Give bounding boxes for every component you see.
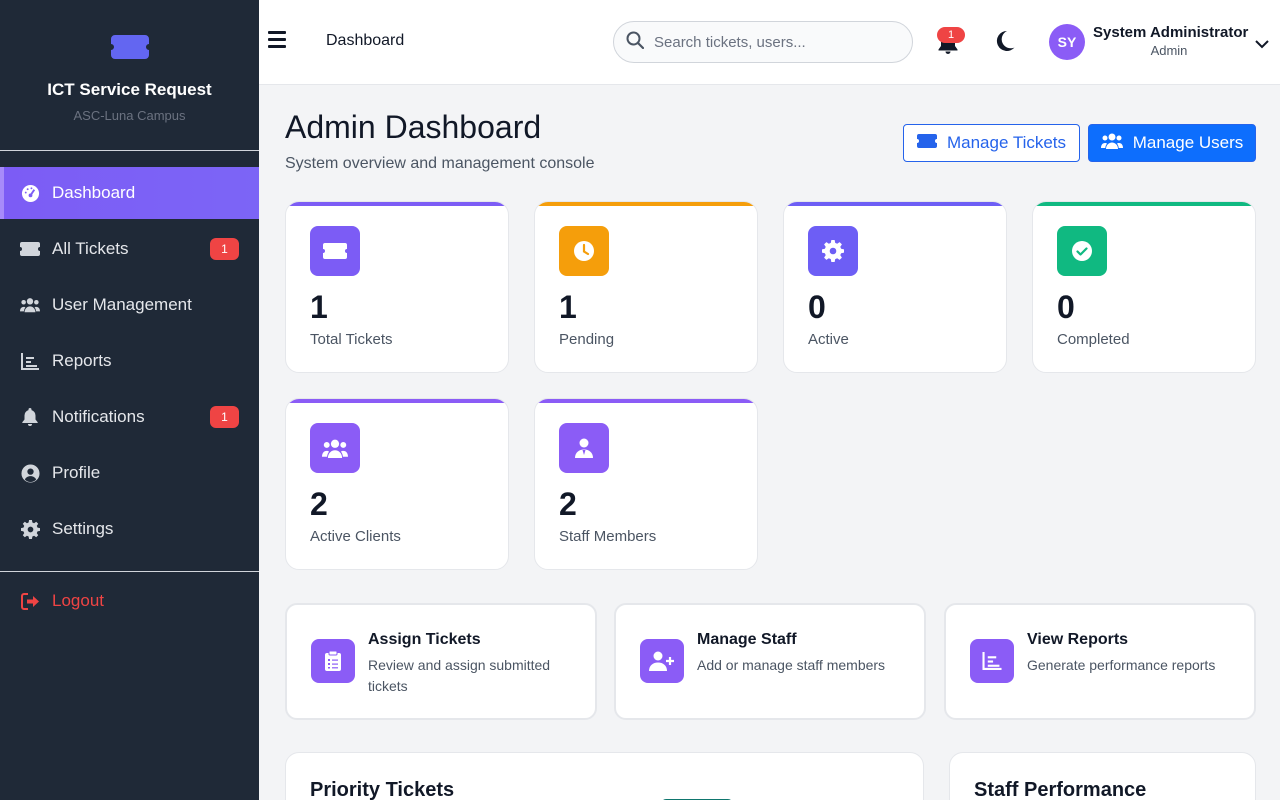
stat-value: 0 — [808, 289, 826, 325]
stat-card-active: 0 Active — [783, 201, 1007, 373]
users-icon — [310, 423, 360, 473]
action-description: Generate performance reports — [1027, 657, 1216, 673]
sidebar-item-user-management[interactable]: User Management — [0, 279, 259, 331]
stat-value: 1 — [559, 289, 577, 325]
brand: ICT Service Request ASC-Luna Campus — [0, 0, 259, 151]
main-content: Admin Dashboard System overview and mana… — [259, 85, 1280, 800]
page-title: Admin Dashboard — [285, 109, 542, 145]
panel-title: Priority Tickets — [310, 779, 455, 800]
search-icon — [626, 31, 645, 54]
sidebar: ICT Service Request ASC-Luna Campus Dash… — [0, 0, 259, 800]
stat-value: 2 — [310, 486, 328, 522]
notifications-count-badge: 1 — [210, 406, 239, 428]
sidebar-item-label: Settings — [52, 519, 114, 538]
sidebar-item-profile[interactable]: Profile — [0, 447, 259, 499]
action-description: Add or manage staff members — [697, 657, 886, 673]
clipboard-icon — [311, 639, 355, 683]
brand-subtitle: ASC-Luna Campus — [73, 108, 186, 123]
ticket-icon — [916, 133, 937, 153]
stat-label: Staff Members — [559, 528, 657, 545]
stat-value: 1 — [310, 289, 328, 325]
users-icon — [1100, 133, 1123, 154]
sidebar-item-label: User Management — [52, 295, 192, 314]
gear-icon — [20, 519, 40, 539]
panel-title: Staff Performance — [974, 779, 1147, 800]
sidebar-item-label: Profile — [52, 463, 101, 482]
chevron-down-icon[interactable] — [1255, 36, 1269, 49]
stat-card-staff-members: 2 Staff Members — [534, 398, 758, 570]
chart-icon — [970, 639, 1014, 683]
user-circle-icon — [20, 463, 40, 483]
action-title: Assign Tickets — [368, 631, 481, 648]
assign-tickets-card[interactable]: Assign Tickets Review and assign submitt… — [285, 603, 597, 720]
clock-icon — [559, 226, 609, 276]
staff-icon — [559, 423, 609, 473]
chart-icon — [20, 351, 40, 371]
sidebar-item-settings[interactable]: Settings — [0, 503, 259, 555]
stat-value: 2 — [559, 486, 577, 522]
check-circle-icon — [1057, 226, 1107, 276]
stat-card-pending: 1 Pending — [534, 201, 758, 373]
sidebar-item-label: Notifications — [52, 407, 145, 426]
stat-card-completed: 0 Completed — [1032, 201, 1256, 373]
staff-performance-panel: Staff Performance — [949, 752, 1256, 800]
stat-label: Pending — [559, 331, 615, 348]
brand-title: ICT Service Request — [47, 80, 212, 99]
action-title: Manage Staff — [697, 631, 797, 648]
breadcrumb: Dashboard — [326, 32, 405, 49]
manage-tickets-button[interactable]: Manage Tickets — [903, 124, 1080, 162]
sidebar-item-dashboard[interactable]: Dashboard — [0, 167, 259, 219]
dark-mode-toggle-icon[interactable] — [995, 30, 1015, 52]
ticket-icon — [110, 34, 149, 60]
logout-button[interactable]: Logout — [0, 588, 259, 614]
tickets-count-badge: 1 — [210, 238, 239, 260]
stat-value: 0 — [1057, 289, 1075, 325]
topbar: Dashboard 1 SY System Administrator Admi… — [259, 0, 1280, 85]
avatar[interactable]: SY — [1049, 24, 1085, 60]
notification-count-badge: 1 — [937, 27, 965, 43]
logout-label: Logout — [52, 591, 104, 610]
sidebar-nav: Dashboard All Tickets 1 User Management … — [0, 167, 259, 555]
stat-card-total-tickets: 1 Total Tickets — [285, 201, 509, 373]
action-title: View Reports — [1027, 631, 1129, 648]
sidebar-item-label: All Tickets — [52, 239, 129, 258]
users-icon — [20, 295, 40, 315]
logout-icon — [20, 591, 40, 611]
user-name: System Administrator — [1093, 24, 1249, 41]
manage-users-button[interactable]: Manage Users — [1088, 124, 1256, 162]
stat-label: Active — [808, 331, 849, 348]
priority-tickets-panel: Priority Tickets — [285, 752, 924, 800]
sidebar-item-notifications[interactable]: Notifications 1 — [0, 391, 259, 443]
bell-icon — [20, 407, 40, 427]
sidebar-item-reports[interactable]: Reports — [0, 335, 259, 387]
view-reports-card[interactable]: View Reports Generate performance report… — [944, 603, 1256, 720]
stat-label: Completed — [1057, 331, 1130, 348]
search-input[interactable] — [654, 33, 894, 51]
stat-card-active-clients: 2 Active Clients — [285, 398, 509, 570]
search-box[interactable] — [613, 21, 913, 63]
logout-section: Logout — [0, 571, 259, 614]
sidebar-item-all-tickets[interactable]: All Tickets 1 — [0, 223, 259, 275]
sidebar-item-label: Reports — [52, 351, 112, 370]
stat-label: Active Clients — [310, 528, 401, 545]
gauge-icon — [20, 183, 40, 203]
gear-icon — [808, 226, 858, 276]
action-description: Review and assign submitted tickets — [368, 657, 551, 694]
ticket-icon — [310, 226, 360, 276]
user-role: Admin — [1150, 43, 1188, 58]
manage-staff-card[interactable]: Manage Staff Add or manage staff members — [614, 603, 926, 720]
stat-label: Total Tickets — [310, 331, 393, 348]
manage-tickets-label: Manage Tickets — [946, 133, 1067, 152]
menu-toggle-icon[interactable] — [268, 31, 286, 49]
manage-users-label: Manage Users — [1132, 133, 1244, 152]
ticket-icon — [20, 239, 40, 259]
page-subtitle: System overview and management console — [285, 155, 595, 172]
user-plus-icon — [640, 639, 684, 683]
sidebar-item-label: Dashboard — [52, 183, 136, 202]
